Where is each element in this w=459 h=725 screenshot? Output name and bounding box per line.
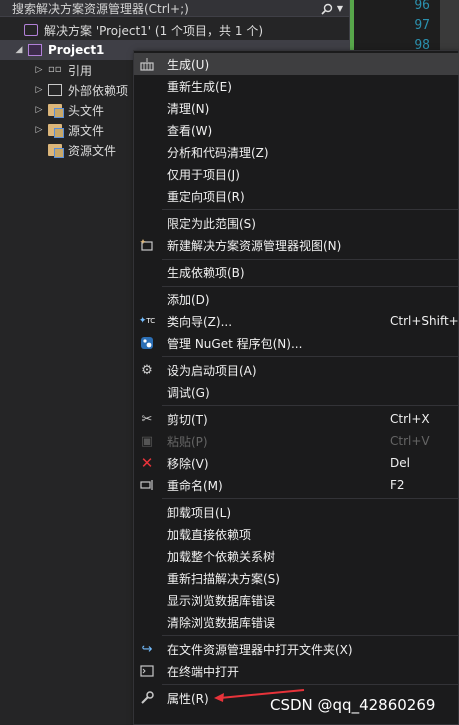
expand-arrow-icon[interactable]: ▷	[34, 105, 44, 115]
project-label: Project1	[48, 43, 105, 57]
menu-item-startup[interactable]: ⚙ 设为启动项目(A)	[134, 359, 459, 381]
wrench-icon	[139, 690, 155, 706]
reference-icon: ▫▫	[48, 64, 62, 75]
menu-separator	[162, 405, 458, 406]
scissors-icon: ✂	[141, 411, 153, 427]
project-icon	[28, 44, 42, 56]
menu-item-rename[interactable]: 重命名(M) F2	[134, 474, 459, 496]
menu-item-build[interactable]: 生成(U)	[134, 53, 459, 75]
line-number: 97	[414, 18, 430, 33]
menu-item-scope[interactable]: 限定为此范围(S)	[134, 212, 459, 234]
rename-icon	[139, 477, 155, 493]
menu-item-remove[interactable]: ✕ 移除(V) Del	[134, 452, 459, 474]
collapse-arrow-icon[interactable]: ◢	[14, 45, 24, 55]
menu-item-unload[interactable]: 卸载项目(L)	[134, 501, 459, 523]
menu-separator	[162, 635, 458, 636]
folder-icon	[48, 124, 64, 138]
new-view-icon	[139, 237, 155, 253]
folder-icon	[48, 104, 64, 118]
menu-separator	[162, 498, 458, 499]
menu-item-add[interactable]: 添加(D)	[134, 288, 459, 310]
tree-item-label: 外部依赖项	[68, 83, 129, 98]
search-placeholder: 搜索解决方案资源管理器(Ctrl+;)	[12, 1, 189, 16]
menu-item-show-db-errors[interactable]: 显示浏览数据库错误	[134, 589, 459, 611]
menu-item-rescan[interactable]: 重新扫描解决方案(S)	[134, 567, 459, 589]
menu-item-clean[interactable]: 清理(N)	[134, 97, 459, 119]
search-bar[interactable]: 搜索解决方案资源管理器(Ctrl+;) ▼	[0, 0, 349, 17]
line-number: 96	[414, 0, 430, 13]
class-wizard-icon: ✦ TC	[138, 316, 156, 326]
solution-label: 解决方案 'Project1' (1 个项目，共 1 个)	[44, 23, 263, 38]
menu-item-load-tree[interactable]: 加载整个依赖关系树	[134, 545, 459, 567]
menu-item-open-terminal[interactable]: 在终端中打开	[134, 660, 459, 682]
tree-item-label: 资源文件	[68, 143, 117, 158]
tree-item-label: 引用	[68, 63, 93, 78]
watermark: CSDN @qq_42860269	[270, 696, 436, 714]
tree-solution-node[interactable]: 解决方案 'Project1' (1 个项目，共 1 个)	[0, 20, 349, 40]
expand-arrow-icon[interactable]: ▷	[34, 125, 44, 135]
expand-arrow-icon[interactable]: ▷	[34, 85, 44, 95]
menu-item-cut[interactable]: ✂ 剪切(T) Ctrl+X	[134, 408, 459, 430]
tree-item-label: 头文件	[68, 103, 105, 118]
menu-separator	[162, 286, 458, 287]
solution-icon	[24, 24, 38, 36]
menu-item-project-only[interactable]: 仅用于项目(J)	[134, 163, 459, 185]
build-icon	[139, 56, 155, 72]
nuget-icon	[139, 335, 155, 351]
clipboard-icon: ▣	[140, 433, 154, 449]
menu-item-load-direct[interactable]: 加载直接依赖项	[134, 523, 459, 545]
menu-item-nuget[interactable]: 管理 NuGet 程序包(N)...	[134, 332, 459, 354]
menu-item-build-deps[interactable]: 生成依赖项(B)	[134, 261, 459, 283]
menu-item-new-view[interactable]: 新建解决方案资源管理器视图(N)	[134, 234, 459, 256]
external-deps-icon	[48, 84, 62, 96]
remove-x-icon: ✕	[140, 454, 154, 472]
menu-separator	[162, 684, 458, 685]
context-menu: 生成(U) 重新生成(E) 清理(N) 查看(W) 分析和代码清理(Z) 仅用于…	[133, 50, 459, 725]
menu-item-class-wizard[interactable]: ✦TC 类向导(Z)... Ctrl+Shift+X	[134, 310, 459, 332]
gear-icon: ⚙	[141, 362, 153, 378]
menu-item-view[interactable]: 查看(W)	[134, 119, 459, 141]
menu-item-rebuild[interactable]: 重新生成(E)	[134, 75, 459, 97]
menu-item-open-folder[interactable]: ↪ 在文件资源管理器中打开文件夹(X)	[134, 638, 459, 660]
menu-separator	[162, 356, 458, 357]
menu-item-debug[interactable]: 调试(G)	[134, 381, 459, 403]
folder-icon	[48, 144, 64, 158]
search-controls[interactable]: ▼	[321, 0, 343, 17]
menu-item-clear-db-errors[interactable]: 清除浏览数据库错误	[134, 611, 459, 633]
chevron-down-icon[interactable]: ▼	[337, 4, 343, 13]
terminal-icon	[139, 663, 155, 679]
open-folder-arrow-icon: ↪	[141, 641, 153, 657]
search-icon[interactable]	[321, 3, 333, 15]
menu-item-analyze[interactable]: 分析和代码清理(Z)	[134, 141, 459, 163]
menu-separator	[162, 209, 458, 210]
menu-item-paste[interactable]: ▣ 粘贴(P) Ctrl+V	[134, 430, 459, 452]
menu-item-retarget[interactable]: 重定向项目(R)	[134, 185, 459, 207]
expand-arrow-icon[interactable]: ▷	[34, 65, 44, 75]
menu-separator	[162, 259, 458, 260]
tree-item-label: 源文件	[68, 123, 105, 138]
